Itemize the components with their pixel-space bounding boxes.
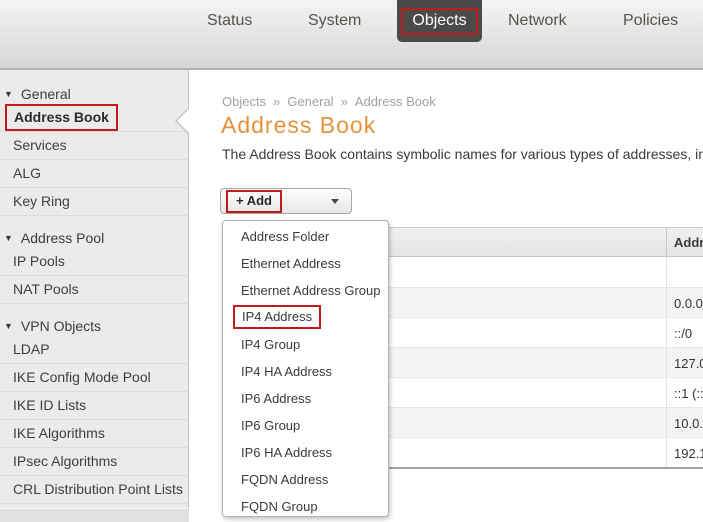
triangle-down-icon: ▼	[4, 321, 13, 331]
sidebar-item-label: Services	[13, 137, 67, 153]
menu-item-label: IP6 Group	[241, 418, 301, 433]
menu-item-label: Ethernet Address Group	[241, 283, 381, 298]
sidebar-group-label: Address Pool	[20, 230, 105, 246]
sidebar-item-ike-config-mode-pool[interactable]: IKE Config Mode Pool	[0, 364, 188, 392]
menu-item-ip6-group[interactable]: IP6 Group	[223, 413, 388, 440]
nav-tab-objects[interactable]: Objects	[397, 0, 482, 42]
menu-item-ip4-ha-address[interactable]: IP4 HA Address	[223, 359, 388, 386]
column-divider	[666, 318, 667, 347]
nav-item-policies[interactable]: Policies	[623, 12, 678, 30]
menu-item-ethernet-address-group[interactable]: Ethernet Address Group	[223, 278, 388, 305]
column-divider	[666, 257, 667, 287]
sidebar-item-label: CRL Distribution Point Lists	[13, 481, 183, 497]
menu-item-label: FQDN Group	[241, 499, 318, 514]
breadcrumb-item-objects[interactable]: Objects	[222, 94, 266, 109]
sidebar-item-crl-distribution-point-lists[interactable]: CRL Distribution Point Lists	[0, 476, 188, 504]
menu-item-label: Ethernet Address	[241, 256, 341, 271]
sidebar-group-address-pool[interactable]: ▼ Address Pool	[0, 228, 188, 248]
nav-item-network[interactable]: Network	[508, 12, 567, 30]
sidebar-item-ike-algorithms[interactable]: IKE Algorithms	[0, 420, 188, 448]
breadcrumb-separator: »	[340, 94, 348, 109]
sidebar-item-alg[interactable]: ALG	[0, 160, 188, 188]
breadcrumb-item-address-book[interactable]: Address Book	[355, 94, 436, 109]
sidebar-group-label: VPN Objects	[20, 318, 102, 334]
add-button[interactable]: + Add	[220, 188, 352, 214]
column-divider	[666, 228, 667, 256]
sidebar-item-label: ALG	[13, 165, 42, 181]
menu-item-ip6-ha-address[interactable]: IP6 HA Address	[223, 440, 388, 467]
menu-item-label: IP4 Address	[233, 305, 322, 329]
sidebar: ▼ General Address Book Services ALG Key Ring ▼…	[0, 70, 189, 509]
sidebar-item-label: IKE Algorithms	[13, 425, 105, 441]
menu-item-ip6-address[interactable]: IP6 Address	[223, 386, 388, 413]
annotation-box-add: + Add	[226, 189, 282, 213]
sidebar-item-ldap[interactable]: LDAP	[0, 336, 188, 364]
menu-item-label: Address Folder	[241, 229, 330, 244]
sidebar-item-label: Address Book	[5, 104, 118, 131]
address-cell: ::1 (::1	[674, 386, 703, 401]
chevron-down-icon	[331, 199, 339, 204]
page-title: Address Book	[221, 112, 377, 138]
sidebar-item-label: IPsec Algorithms	[13, 453, 118, 469]
sidebar-item-label: IP Pools	[13, 253, 65, 269]
column-divider	[666, 438, 667, 467]
menu-item-ip4-address[interactable]: IP4 Address	[223, 305, 388, 332]
column-divider	[666, 378, 667, 407]
address-cell: 10.0.0.	[674, 416, 703, 431]
nav-tab-label: Objects	[401, 7, 478, 35]
triangle-down-icon: ▼	[4, 89, 13, 99]
sidebar-item-address-book[interactable]: Address Book	[0, 104, 188, 132]
address-column-header[interactable]: Address	[674, 235, 703, 250]
breadcrumb: Objects » General » Address Book	[222, 94, 436, 109]
address-cell: 0.0.0.0	[674, 296, 703, 311]
breadcrumb-separator: »	[273, 94, 281, 109]
menu-item-label: FQDN Address	[241, 472, 329, 487]
sidebar-item-ip-pools[interactable]: IP Pools	[0, 248, 188, 276]
address-cell: 127.0.0	[674, 356, 703, 371]
menu-item-address-folder[interactable]: Address Folder	[223, 224, 388, 251]
nav-item-status[interactable]: Status	[207, 12, 252, 30]
sidebar-group-label: General	[20, 86, 71, 102]
nav-item-system[interactable]: System	[308, 12, 361, 30]
selection-arrow	[177, 108, 190, 134]
column-divider	[666, 348, 667, 377]
menu-item-label: IP6 HA Address	[241, 445, 333, 460]
app-screen: Status System Objects Network Policies ▼ Gene…	[0, 0, 703, 522]
menu-item-fqdn-address[interactable]: FQDN Address	[223, 467, 388, 494]
sidebar-item-ipsec-algorithms[interactable]: IPsec Algorithms	[0, 448, 188, 476]
menu-item-label: IP4 Group	[241, 337, 301, 352]
sidebar-item-key-ring[interactable]: Key Ring	[0, 188, 188, 216]
sidebar-item-ike-id-lists[interactable]: IKE ID Lists	[0, 392, 188, 420]
sidebar-item-label: IKE ID Lists	[13, 397, 87, 413]
sidebar-item-services[interactable]: Services	[0, 132, 188, 160]
menu-item-ethernet-address[interactable]: Ethernet Address	[223, 251, 388, 278]
main-content: Objects » General » Address Book Address Boo…	[189, 70, 703, 522]
address-cell: ::/0	[674, 326, 693, 341]
menu-item-label: IP4 HA Address	[241, 364, 333, 379]
menu-item-label: IP6 Address	[241, 391, 312, 406]
sidebar-group-general[interactable]: ▼ General	[0, 84, 188, 104]
sidebar-item-label: NAT Pools	[13, 281, 79, 297]
menu-item-fqdn-group[interactable]: FQDN Group	[223, 494, 388, 516]
menu-item-ip4-group[interactable]: IP4 Group	[223, 332, 388, 359]
column-divider	[666, 408, 667, 437]
sidebar-item-label: LDAP	[13, 341, 50, 357]
triangle-down-icon: ▼	[4, 233, 13, 243]
sidebar-item-label: IKE Config Mode Pool	[13, 369, 151, 385]
sidebar-group-vpn-objects[interactable]: ▼ VPN Objects	[0, 316, 188, 336]
top-nav: Status System Objects Network Policies	[0, 0, 703, 70]
address-cell: 192.168	[674, 446, 703, 461]
page-description: The Address Book contains symbolic names…	[222, 146, 703, 162]
sidebar-item-nat-pools[interactable]: NAT Pools	[0, 276, 188, 304]
breadcrumb-item-general[interactable]: General	[287, 94, 333, 109]
column-divider	[666, 288, 667, 317]
add-dropdown-menu: Address Folder Ethernet Address Ethernet A…	[222, 220, 389, 517]
sidebar-item-label: Key Ring	[13, 193, 70, 209]
